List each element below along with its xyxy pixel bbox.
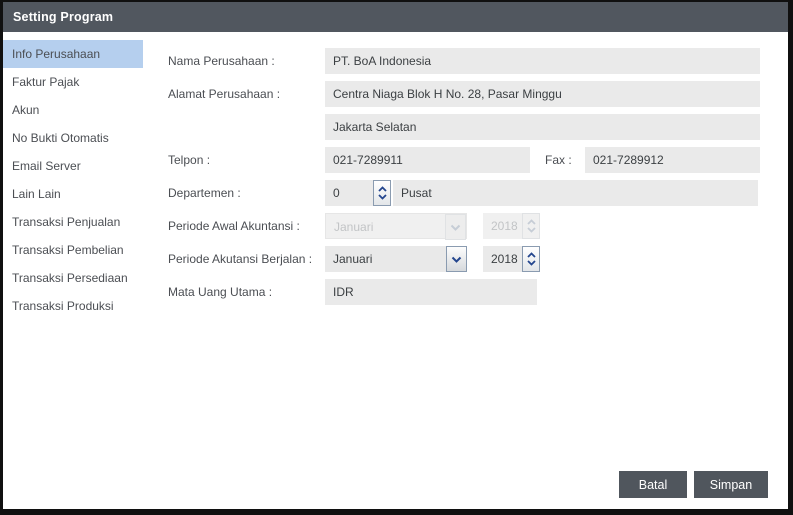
departemen-name-input[interactable] (393, 180, 758, 206)
dialog-content: Info Perusahaan Faktur Pajak Akun No Buk… (3, 32, 788, 509)
alamat-perusahaan-line2-input[interactable] (325, 114, 760, 140)
alamat-perusahaan-line1-input[interactable] (325, 81, 760, 107)
nama-perusahaan-label: Nama Perusahaan : (168, 54, 325, 68)
sidebar-item-info-perusahaan[interactable]: Info Perusahaan (3, 40, 143, 68)
periode-berjalan-year-spinner[interactable] (522, 246, 540, 272)
sidebar-item-transaksi-produksi[interactable]: Transaksi Produksi (3, 292, 143, 320)
spinner-up-icon[interactable] (378, 186, 387, 192)
sidebar-item-transaksi-pembelian[interactable]: Transaksi Pembelian (3, 236, 143, 264)
spinner-down-icon[interactable] (378, 194, 387, 200)
window-title: Setting Program (13, 10, 113, 24)
periode-awal-year-spinner (522, 213, 540, 239)
batal-button[interactable]: Batal (619, 471, 687, 498)
row-mata-uang: Mata Uang Utama : (168, 279, 760, 305)
row-nama-perusahaan: Nama Perusahaan : (168, 48, 760, 74)
sidebar-item-lain-lain[interactable]: Lain Lain (3, 180, 143, 208)
spinner-up-icon (527, 219, 536, 225)
nama-perusahaan-input[interactable] (325, 48, 760, 74)
telpon-label: Telpon : (168, 153, 325, 167)
departemen-code-input[interactable] (325, 180, 373, 206)
row-departemen: Departemen : (168, 180, 760, 206)
periode-awal-year-input (483, 213, 522, 239)
simpan-button[interactable]: Simpan (694, 471, 768, 498)
spinner-down-icon (527, 227, 536, 233)
row-telpon-fax: Telpon : Fax : (168, 147, 760, 173)
periode-awal-month-select: Januari (325, 213, 467, 239)
spinner-up-icon[interactable] (527, 252, 536, 258)
periode-awal-label: Periode Awal Akuntansi : (168, 219, 325, 233)
sidebar-item-akun[interactable]: Akun (3, 96, 143, 124)
sidebar: Info Perusahaan Faktur Pajak Akun No Buk… (3, 40, 143, 320)
footer-buttons: Batal Simpan (619, 471, 768, 498)
titlebar[interactable]: Setting Program (3, 2, 788, 32)
alamat-perusahaan-label: Alamat Perusahaan : (168, 87, 325, 101)
chevron-down-icon[interactable] (446, 246, 467, 272)
row-alamat-perusahaan: Alamat Perusahaan : (168, 81, 760, 107)
chevron-down-icon (445, 214, 466, 240)
mata-uang-label: Mata Uang Utama : (168, 285, 325, 299)
sidebar-item-transaksi-penjualan[interactable]: Transaksi Penjualan (3, 208, 143, 236)
row-periode-awal: Periode Awal Akuntansi : Januari (168, 213, 760, 239)
sidebar-item-email-server[interactable]: Email Server (3, 152, 143, 180)
departemen-label: Departemen : (168, 186, 325, 200)
periode-berjalan-label: Periode Akutansi Berjalan : (168, 252, 325, 266)
spinner-down-icon[interactable] (527, 260, 536, 266)
sidebar-item-faktur-pajak[interactable]: Faktur Pajak (3, 68, 143, 96)
periode-berjalan-month-select[interactable]: Januari (325, 246, 467, 272)
sidebar-item-no-bukti-otomatis[interactable]: No Bukti Otomatis (3, 124, 143, 152)
mata-uang-input[interactable] (325, 279, 537, 305)
departemen-spinner[interactable] (373, 180, 391, 206)
info-perusahaan-form: Nama Perusahaan : Alamat Perusahaan : Te… (168, 48, 760, 312)
periode-berjalan-year-group (483, 246, 540, 272)
telpon-input[interactable] (325, 147, 530, 173)
fax-input[interactable] (585, 147, 760, 173)
periode-awal-year-group (483, 213, 540, 239)
setting-program-dialog: Setting Program Info Perusahaan Faktur P… (0, 0, 793, 515)
sidebar-item-transaksi-persediaan[interactable]: Transaksi Persediaan (3, 264, 143, 292)
row-alamat-perusahaan-2 (168, 114, 760, 140)
periode-berjalan-year-input[interactable] (483, 246, 522, 272)
fax-label: Fax : (545, 153, 585, 167)
row-periode-berjalan: Periode Akutansi Berjalan : Januari (168, 246, 760, 272)
